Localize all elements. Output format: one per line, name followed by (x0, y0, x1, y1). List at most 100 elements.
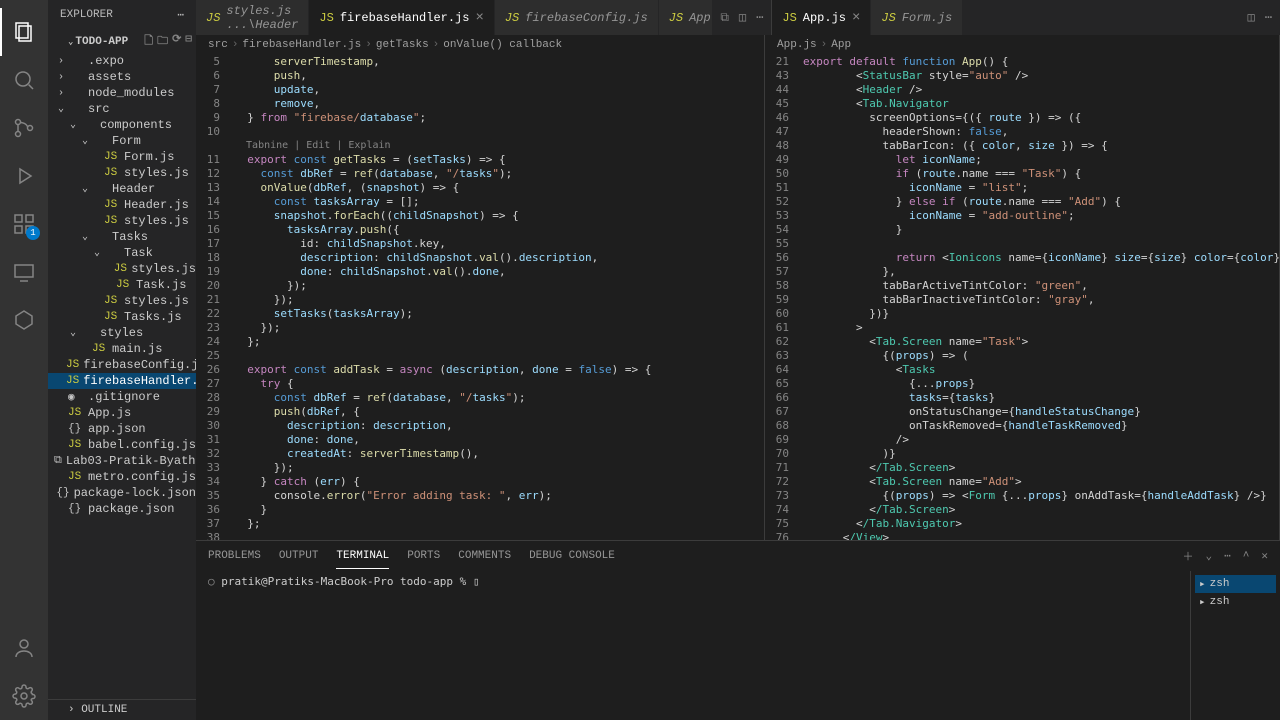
panel-tabs-left: PROBLEMS OUTPUT TERMINAL PORTS COMMENTS DEBUG… (208, 544, 615, 569)
extensions-activity-icon[interactable]: 1 (0, 200, 48, 248)
close-panel-icon[interactable]: ✕ (1261, 549, 1268, 563)
panel-more-icon[interactable]: ⋯ (1224, 549, 1231, 563)
tree-item[interactable]: ›.expo (48, 53, 196, 69)
explorer-title: EXPLORER (60, 9, 113, 21)
tab-actions-left: ⧉ ◫ ⋯ (712, 0, 771, 35)
explorer-sidebar: EXPLORER ⋯ ⌄TODO-APP 🗋 🗀 ⟳ ⊟ ›.expo›asse… (48, 0, 196, 720)
compare-icon[interactable]: ⧉ (720, 11, 729, 25)
explorer-activity-icon[interactable] (0, 8, 48, 56)
code-left[interactable]: 5678910 11121314151617181920212223242526… (196, 55, 764, 540)
terminal-list[interactable]: ▸zsh▸zsh (1190, 571, 1280, 720)
close-tab-icon[interactable]: × (475, 10, 483, 26)
outline-section[interactable]: › OUTLINE (48, 699, 196, 720)
editor-tab[interactable]: JSfirebaseHandler.js× (309, 0, 494, 35)
tree-item[interactable]: JSbabel.config.js (48, 437, 196, 453)
tree-item[interactable]: JSstyles.js (48, 165, 196, 181)
tabs-left: JSstyles.js ...\HeaderJSfirebaseHandler.… (196, 0, 712, 35)
tabs-right: JSApp.js×JSForm.js (771, 0, 1239, 35)
tree-item[interactable]: JSHeader.js (48, 197, 196, 213)
terminal-dropdown-icon[interactable]: ⌄ (1206, 549, 1213, 563)
collapse-icon[interactable]: ⊟ (185, 32, 192, 51)
terminal-prompt: pratik@Pratiks-MacBook-Pro todo-app % ▯ (221, 575, 479, 588)
tree-item[interactable]: {}app.json (48, 421, 196, 437)
editor-tab[interactable]: JSfirebaseConfig.js (495, 0, 659, 35)
search-activity-icon[interactable] (0, 56, 48, 104)
tree-item[interactable]: ⌄styles (48, 325, 196, 341)
code-lines-left[interactable]: serverTimestamp, push, update, remove, }… (234, 55, 764, 540)
tree-item[interactable]: ›assets (48, 69, 196, 85)
tree-item[interactable]: JSTasks.js (48, 309, 196, 325)
settings-activity-icon[interactable] (0, 672, 48, 720)
gutter-left: 5678910 11121314151617181920212223242526… (196, 55, 234, 540)
editors: src ›firebaseHandler.js ›getTasks ›onVal… (196, 35, 1280, 540)
terminal-content[interactable]: ○ pratik@Pratiks-MacBook-Pro todo-app % … (196, 571, 1190, 720)
file-tree[interactable]: ›.expo›assets›node_modules⌄src⌄component… (48, 53, 196, 699)
split-icon[interactable]: ◫ (1248, 10, 1255, 25)
tree-item[interactable]: ⌄Tasks (48, 229, 196, 245)
panel-tab[interactable]: COMMENTS (458, 544, 511, 569)
more-icon[interactable]: ⋯ (1265, 10, 1272, 25)
split-icon[interactable]: ◫ (739, 10, 746, 25)
panel-tab[interactable]: TERMINAL (336, 544, 389, 569)
tree-item[interactable]: {}package-lock.json (48, 485, 196, 501)
extensions-badge: 1 (26, 226, 40, 240)
refresh-icon[interactable]: ⟳ (172, 32, 181, 51)
tree-item[interactable]: JSTask.js (48, 277, 196, 293)
terminal-instance[interactable]: ▸zsh (1195, 575, 1276, 593)
editor-tab[interactable]: JSstyles.js ...\Header (196, 0, 309, 35)
code-lines-right[interactable]: export default function App() { <StatusB… (803, 55, 1279, 540)
new-folder-icon[interactable]: 🗀 (157, 32, 168, 51)
explorer-more-icon[interactable]: ⋯ (177, 8, 184, 22)
close-tab-icon[interactable]: × (852, 10, 860, 26)
tree-item[interactable]: ⌄Form (48, 133, 196, 149)
tree-item[interactable]: ⧉Lab03-Pratik-Byathnal.zip (48, 453, 196, 469)
editor-tab[interactable]: JSForm.js (871, 0, 963, 35)
editor-area: JSstyles.js ...\HeaderJSfirebaseHandler.… (196, 0, 1280, 720)
tree-item[interactable]: JSstyles.js (48, 261, 196, 277)
scm-activity-icon[interactable] (0, 104, 48, 152)
explorer-header: EXPLORER ⋯ (48, 0, 196, 30)
tab-bar: JSstyles.js ...\HeaderJSfirebaseHandler.… (196, 0, 1280, 35)
tree-item[interactable]: ⌄src (48, 101, 196, 117)
code-right[interactable]: 2143444546474849505152535455565758596061… (765, 55, 1279, 540)
panel-tab[interactable]: PORTS (407, 544, 440, 569)
terminal-body: ○ pratik@Pratiks-MacBook-Pro todo-app % … (196, 571, 1280, 720)
tree-item[interactable]: JSstyles.js (48, 293, 196, 309)
tree-item[interactable]: JSfirebaseHandler.js (48, 373, 196, 389)
tree-item[interactable]: JSstyles.js (48, 213, 196, 229)
project-name: TODO-APP (75, 36, 128, 48)
terminal-instance[interactable]: ▸zsh (1195, 593, 1276, 611)
tree-item[interactable]: JSmetro.config.js (48, 469, 196, 485)
panel-tab[interactable]: DEBUG CONSOLE (529, 544, 615, 569)
editor-tab[interactable]: JSApp.js× (772, 0, 871, 35)
tree-item[interactable]: ›node_modules (48, 85, 196, 101)
tree-item[interactable]: ⌄Header (48, 181, 196, 197)
tree-item[interactable]: ⌄Task (48, 245, 196, 261)
debug-activity-icon[interactable] (0, 152, 48, 200)
project-row[interactable]: ⌄TODO-APP 🗋 🗀 ⟳ ⊟ (48, 30, 196, 53)
tree-item[interactable]: ⌄components (48, 117, 196, 133)
tree-item[interactable]: JSForm.js (48, 149, 196, 165)
new-terminal-icon[interactable]: ＋ (1183, 548, 1194, 564)
more-icon[interactable]: ⋯ (756, 10, 763, 25)
tree-item[interactable]: ◉.gitignore (48, 389, 196, 405)
panel-tab[interactable]: PROBLEMS (208, 544, 261, 569)
new-file-icon[interactable]: 🗋 (144, 32, 153, 51)
remote-activity-icon[interactable] (0, 248, 48, 296)
breadcrumb-right[interactable]: App.js ›App (765, 35, 1279, 55)
tree-item[interactable]: JSmain.js (48, 341, 196, 357)
editor-right: App.js ›App 2143444546474849505152535455… (765, 35, 1280, 540)
accounts-activity-icon[interactable] (0, 624, 48, 672)
gutter-right: 2143444546474849505152535455565758596061… (765, 55, 803, 540)
terminal-panel: PROBLEMS OUTPUT TERMINAL PORTS COMMENTS DEBUG… (196, 540, 1280, 720)
maximize-panel-icon[interactable]: ˄ (1243, 550, 1250, 562)
tabnine-activity-icon[interactable] (0, 296, 48, 344)
panel-tab[interactable]: OUTPUT (279, 544, 319, 569)
activity-bar: 1 (0, 0, 48, 720)
panel-tabs: PROBLEMS OUTPUT TERMINAL PORTS COMMENTS DEBUG… (196, 541, 1280, 571)
breadcrumb-left[interactable]: src ›firebaseHandler.js ›getTasks ›onVal… (196, 35, 764, 55)
tree-item[interactable]: JSApp.js (48, 405, 196, 421)
editor-tab[interactable]: JSApp.js (659, 0, 713, 35)
tree-item[interactable]: {}package.json (48, 501, 196, 517)
tree-item[interactable]: JSfirebaseConfig.js (48, 357, 196, 373)
